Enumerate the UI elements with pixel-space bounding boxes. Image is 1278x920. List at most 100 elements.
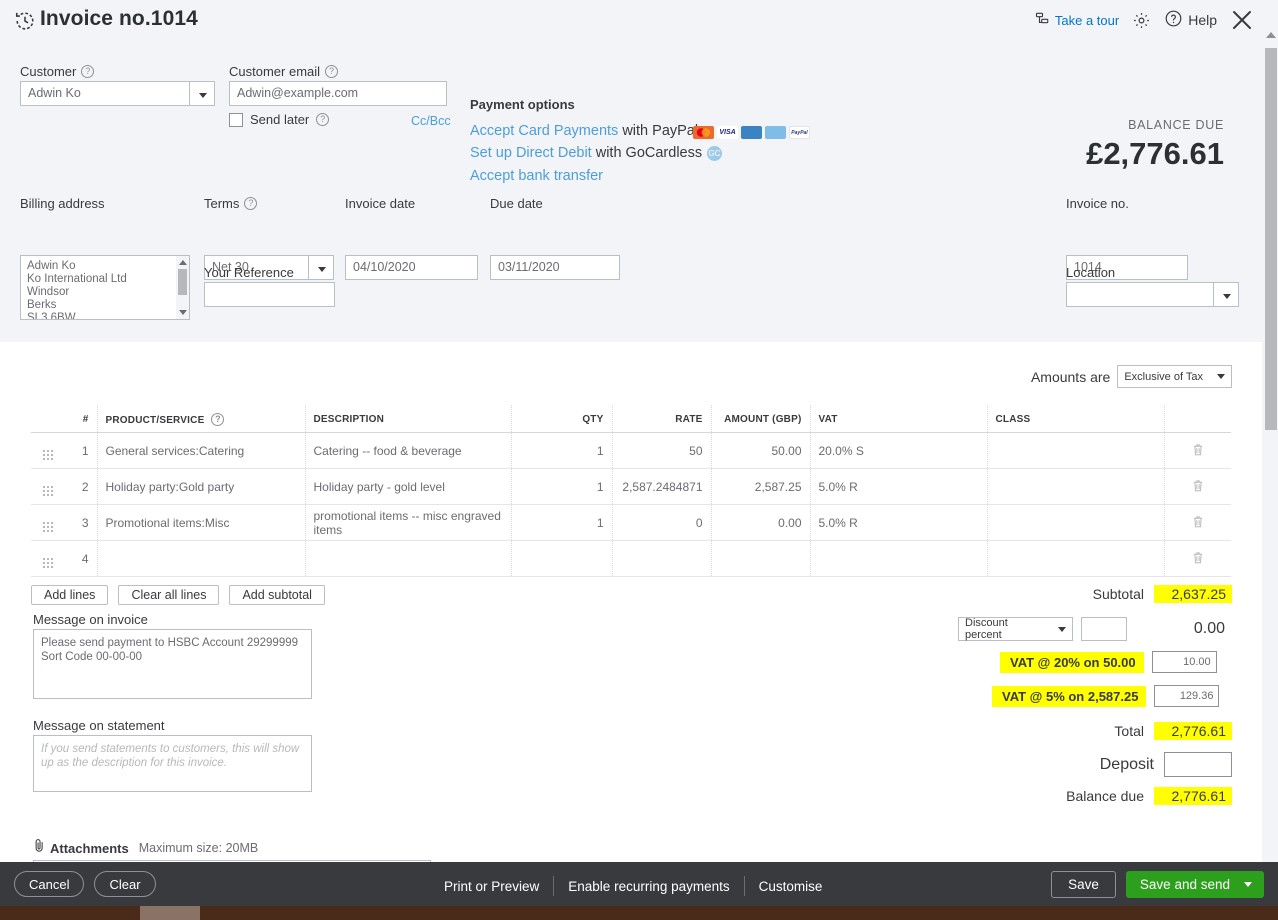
accept-card-payments-link[interactable]: Accept Card Payments with PayPal: [470, 123, 698, 139]
table-row[interactable]: 1 General services:CateringCatering -- fo…: [31, 433, 1231, 469]
take-a-tour-button[interactable]: Take a tour: [1035, 11, 1119, 29]
row-drag-cell[interactable]: [31, 505, 65, 541]
row-qty[interactable]: [511, 541, 612, 577]
row-product-service[interactable]: General services:Catering: [97, 433, 305, 469]
row-delete-cell[interactable]: [1164, 469, 1231, 505]
help-question-icon[interactable]: ?: [81, 65, 94, 78]
row-delete-cell[interactable]: [1164, 505, 1231, 541]
save-and-send-button[interactable]: Save and send: [1126, 871, 1264, 898]
bank-transfer-link[interactable]: Accept bank transfer: [470, 168, 603, 184]
print-or-preview-link[interactable]: Print or Preview: [444, 879, 539, 894]
row-qty[interactable]: 1: [511, 469, 612, 505]
send-later-checkbox[interactable]: [229, 113, 243, 127]
row-vat[interactable]: 20.0% S: [810, 433, 987, 469]
row-class[interactable]: [987, 469, 1164, 505]
drag-handle-icon[interactable]: [43, 522, 53, 532]
close-icon[interactable]: [1230, 8, 1254, 32]
deposit-input[interactable]: [1164, 752, 1232, 777]
direct-debit-link[interactable]: Set up Direct Debit with GoCardless: [470, 145, 702, 161]
row-amount[interactable]: 2,587.25: [711, 469, 810, 505]
history-clock-icon[interactable]: [14, 10, 36, 32]
table-row[interactable]: 3Promotional items:Miscpromotional items…: [31, 505, 1231, 541]
table-row[interactable]: 2Holiday party:Gold partyHoliday party -…: [31, 469, 1231, 505]
row-delete-cell[interactable]: [1164, 541, 1231, 577]
invoice-date-input[interactable]: 04/10/2020: [345, 255, 478, 280]
customer-email-input[interactable]: Adwin@example.com: [229, 81, 447, 106]
message-on-invoice-textarea[interactable]: Please send payment to HSBC Account 2929…: [33, 629, 312, 699]
row-product-service[interactable]: [97, 541, 305, 577]
billing-address-scrollbar[interactable]: [176, 255, 190, 320]
help-question-icon[interactable]: ?: [325, 65, 338, 78]
due-date-input[interactable]: 03/11/2020: [490, 255, 620, 280]
row-vat[interactable]: 5.0% R: [810, 469, 987, 505]
location-dropdown-caret[interactable]: [1214, 282, 1239, 307]
scroll-down-arrow-icon[interactable]: [179, 310, 187, 315]
row-drag-cell[interactable]: [31, 541, 65, 577]
scroll-up-arrow-icon[interactable]: [1266, 32, 1276, 38]
location-select[interactable]: [1066, 282, 1239, 307]
chevron-down-icon[interactable]: [1244, 882, 1252, 887]
page-scrollbar[interactable]: [1262, 0, 1278, 880]
row-qty[interactable]: 1: [511, 505, 612, 541]
row-class[interactable]: [987, 505, 1164, 541]
cc-bcc-link[interactable]: Cc/Bcc: [411, 114, 451, 128]
row-amount[interactable]: 50.00: [711, 433, 810, 469]
customer-select[interactable]: Adwin Ko: [20, 81, 215, 106]
drag-handle-icon[interactable]: [43, 558, 53, 568]
add-lines-button[interactable]: Add lines: [31, 585, 108, 605]
discount-type-select[interactable]: Discount percent: [958, 617, 1073, 641]
row-description[interactable]: promotional items -- misc engraved items: [305, 505, 511, 541]
customer-dropdown-caret[interactable]: [190, 81, 215, 106]
help-question-icon[interactable]: ?: [316, 113, 329, 126]
row-amount[interactable]: 0.00: [711, 505, 810, 541]
customer-value[interactable]: Adwin Ko: [20, 81, 190, 106]
clear-all-lines-button[interactable]: Clear all lines: [118, 585, 219, 605]
help-question-icon[interactable]: ?: [211, 413, 224, 426]
your-reference-input[interactable]: [204, 282, 335, 307]
row-rate[interactable]: 2,587.2484871: [612, 469, 711, 505]
message-on-statement-textarea[interactable]: If you send statements to customers, thi…: [33, 735, 312, 792]
terms-dropdown-caret[interactable]: [309, 255, 334, 280]
row-class[interactable]: [987, 433, 1164, 469]
row-product-service[interactable]: Promotional items:Misc: [97, 505, 305, 541]
drag-handle-icon[interactable]: [43, 450, 53, 460]
row-product-service[interactable]: Holiday party:Gold party: [97, 469, 305, 505]
scrollbar-thumb[interactable]: [178, 269, 187, 295]
help-question-icon[interactable]: ?: [244, 197, 257, 210]
billing-address-textarea[interactable]: Adwin Ko Ko International Ltd Windsor Be…: [20, 255, 180, 320]
amounts-are-select[interactable]: Exclusive of Tax: [1117, 365, 1232, 388]
delete-row-icon[interactable]: [1192, 553, 1204, 567]
enable-recurring-payments-link[interactable]: Enable recurring payments: [568, 879, 729, 894]
row-class[interactable]: [987, 541, 1164, 577]
vat-20-input[interactable]: 10.00: [1152, 651, 1217, 673]
vat-5-input[interactable]: 129.36: [1154, 685, 1219, 707]
row-drag-cell[interactable]: [31, 433, 65, 469]
gear-icon[interactable]: [1132, 11, 1151, 30]
drag-handle-icon[interactable]: [43, 486, 53, 496]
row-qty[interactable]: 1: [511, 433, 612, 469]
row-description[interactable]: Catering -- food & beverage: [305, 433, 511, 469]
row-rate[interactable]: 50: [612, 433, 711, 469]
help-button[interactable]: Help: [1164, 9, 1217, 31]
save-button[interactable]: Save: [1051, 871, 1116, 898]
scrollbar-thumb[interactable]: [1265, 48, 1277, 430]
taskbar-item[interactable]: [140, 906, 200, 920]
row-rate[interactable]: [612, 541, 711, 577]
delete-row-icon[interactable]: [1192, 481, 1204, 495]
table-row[interactable]: 4: [31, 541, 1231, 577]
customise-link[interactable]: Customise: [759, 879, 823, 894]
scroll-up-arrow-icon[interactable]: [179, 260, 187, 265]
row-description[interactable]: [305, 541, 511, 577]
row-delete-cell[interactable]: [1164, 433, 1231, 469]
discount-input[interactable]: [1081, 617, 1127, 641]
row-rate[interactable]: 0: [612, 505, 711, 541]
delete-row-icon[interactable]: [1192, 517, 1204, 531]
add-subtotal-button[interactable]: Add subtotal: [229, 585, 325, 605]
row-vat[interactable]: 5.0% R: [810, 505, 987, 541]
location-value[interactable]: [1066, 282, 1214, 307]
row-amount[interactable]: [711, 541, 810, 577]
clear-button[interactable]: Clear: [94, 871, 155, 897]
cancel-button[interactable]: Cancel: [14, 871, 84, 897]
row-drag-cell[interactable]: [31, 469, 65, 505]
row-vat[interactable]: [810, 541, 987, 577]
